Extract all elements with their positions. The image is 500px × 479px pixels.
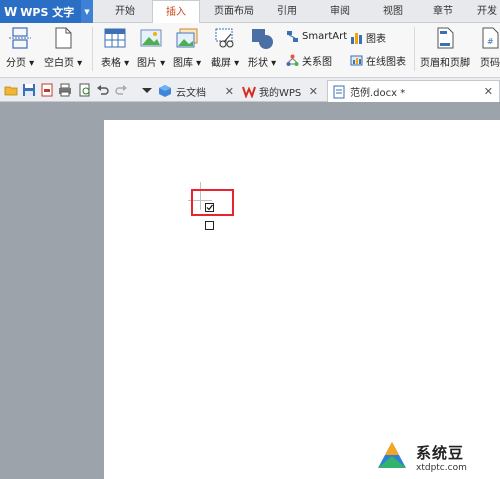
cloud-docs-icon (159, 85, 171, 97)
page-number-button[interactable]: # 页码 (479, 26, 500, 69)
chart-icon (351, 33, 362, 44)
checkmark-icon (206, 204, 213, 211)
gallery-icon (176, 28, 198, 48)
watermark-title: 系统豆 (416, 444, 465, 462)
document-workspace (0, 102, 500, 479)
watermark-url: xtdptc.com (416, 463, 467, 473)
menu-bar: W WPS 文字 ▼ 开始 插入 页面布局 引用 审阅 视图 章节 开发 (0, 0, 500, 24)
screenshot-button[interactable]: 截屏 ▾ (211, 26, 239, 69)
ribbon-separator (92, 27, 93, 71)
wps-logo: W WPS 文字 (0, 0, 74, 23)
blank-page-label: 空白页 (44, 58, 74, 69)
gallery-label: 图库 (173, 58, 193, 69)
ribbon: 分页 ▾ 空白页 ▾ 表格 ▾ 图片 ▾ 图库 ▾ 截屏 ▾ 形状 ▾ Smar… (0, 23, 500, 78)
save-icon[interactable] (22, 83, 36, 97)
shapes-icon (252, 29, 274, 49)
page-break-label: 分页 (6, 58, 26, 69)
smartart-icon (287, 31, 298, 42)
relation-chart-icon (286, 54, 299, 66)
app-menu-button[interactable]: W WPS 文字 ▼ (0, 0, 93, 23)
close-icon[interactable]: ✕ (309, 85, 318, 98)
online-chart-button[interactable]: 在线图表 (350, 53, 406, 68)
header-footer-icon (437, 27, 454, 49)
close-icon[interactable]: ✕ (225, 85, 234, 98)
tab-section[interactable]: 章节 (422, 0, 464, 23)
table-icon (104, 28, 126, 48)
page-break-button[interactable]: 分页 ▾ (6, 26, 34, 69)
smartart-button[interactable]: SmartArt (286, 30, 347, 43)
print-preview-icon[interactable] (78, 83, 92, 97)
checkbox-checked[interactable] (205, 203, 214, 212)
gallery-button[interactable]: 图库 ▾ (173, 26, 201, 69)
online-chart-icon (350, 55, 363, 66)
chart-button[interactable]: 图表 (350, 30, 386, 45)
open-folder-icon[interactable] (4, 83, 18, 97)
tab-review[interactable]: 审阅 (318, 0, 362, 23)
toolbar-dropdown-icon[interactable] (140, 83, 154, 97)
export-pdf-icon[interactable] (40, 83, 54, 97)
doc-tab-label: 云文档 (176, 87, 206, 99)
undo-icon[interactable] (96, 83, 110, 97)
redo-icon[interactable] (114, 83, 128, 97)
doc-tab-my-wps[interactable]: 我的WPS ✕ (242, 80, 324, 102)
tab-references[interactable]: 引用 (266, 0, 308, 23)
tab-insert[interactable]: 插入 (152, 0, 200, 24)
quick-access-toolbar: 云文档 ✕ 我的WPS ✕ 范例.docx * ✕ (0, 78, 500, 102)
picture-button[interactable]: 图片 ▾ (137, 26, 165, 69)
online-chart-label: 在线图表 (366, 57, 406, 68)
svg-text:#: # (487, 37, 494, 46)
header-footer-label: 页眉和页脚 (420, 58, 470, 69)
doc-tab-example[interactable]: 范例.docx * ✕ (327, 80, 500, 102)
screenshot-icon (215, 28, 234, 48)
page-number-icon: # (482, 27, 499, 49)
xtdptc-logo-icon (378, 441, 406, 468)
tab-developer[interactable]: 开发 (472, 0, 500, 23)
tab-home[interactable]: 开始 (102, 0, 148, 23)
doc-tab-cloud[interactable]: 云文档 ✕ (158, 80, 240, 102)
screenshot-label: 截屏 (211, 58, 231, 69)
app-dropdown-icon[interactable]: ▼ (81, 0, 93, 23)
blank-page-button[interactable]: 空白页 ▾ (44, 26, 82, 69)
page-number-label: 页码 (480, 58, 500, 69)
table-button[interactable]: 表格 ▾ (101, 26, 129, 69)
app-name: WPS 文字 (20, 5, 75, 19)
picture-icon (140, 29, 162, 47)
doc-tab-label: 范例.docx * (350, 88, 406, 99)
close-icon[interactable]: ✕ (484, 85, 493, 98)
ribbon-separator (414, 27, 415, 71)
shapes-button[interactable]: 形状 ▾ (248, 26, 276, 69)
smartart-label: SmartArt (302, 31, 348, 42)
tab-page-layout[interactable]: 页面布局 (206, 0, 262, 23)
print-icon[interactable] (58, 83, 72, 97)
wps-icon (242, 86, 256, 98)
chart-label: 图表 (366, 34, 386, 45)
relation-chart-label: 关系图 (302, 57, 332, 68)
relation-chart-button[interactable]: 关系图 (286, 53, 332, 68)
document-page[interactable] (104, 120, 500, 479)
table-label: 表格 (101, 58, 121, 69)
doc-tab-label: 我的WPS (259, 87, 302, 99)
wps-w-icon: W (4, 4, 18, 19)
picture-label: 图片 (137, 58, 157, 69)
shapes-label: 形状 (248, 58, 268, 69)
checkbox-empty[interactable] (205, 221, 214, 230)
tab-view[interactable]: 视图 (372, 0, 414, 23)
header-footer-button[interactable]: 页眉和页脚 (420, 26, 470, 69)
document-icon (333, 85, 345, 98)
page-break-icon (9, 27, 32, 49)
site-watermark: 系统豆 xtdptc.com (372, 436, 500, 479)
blank-page-icon (55, 27, 72, 49)
